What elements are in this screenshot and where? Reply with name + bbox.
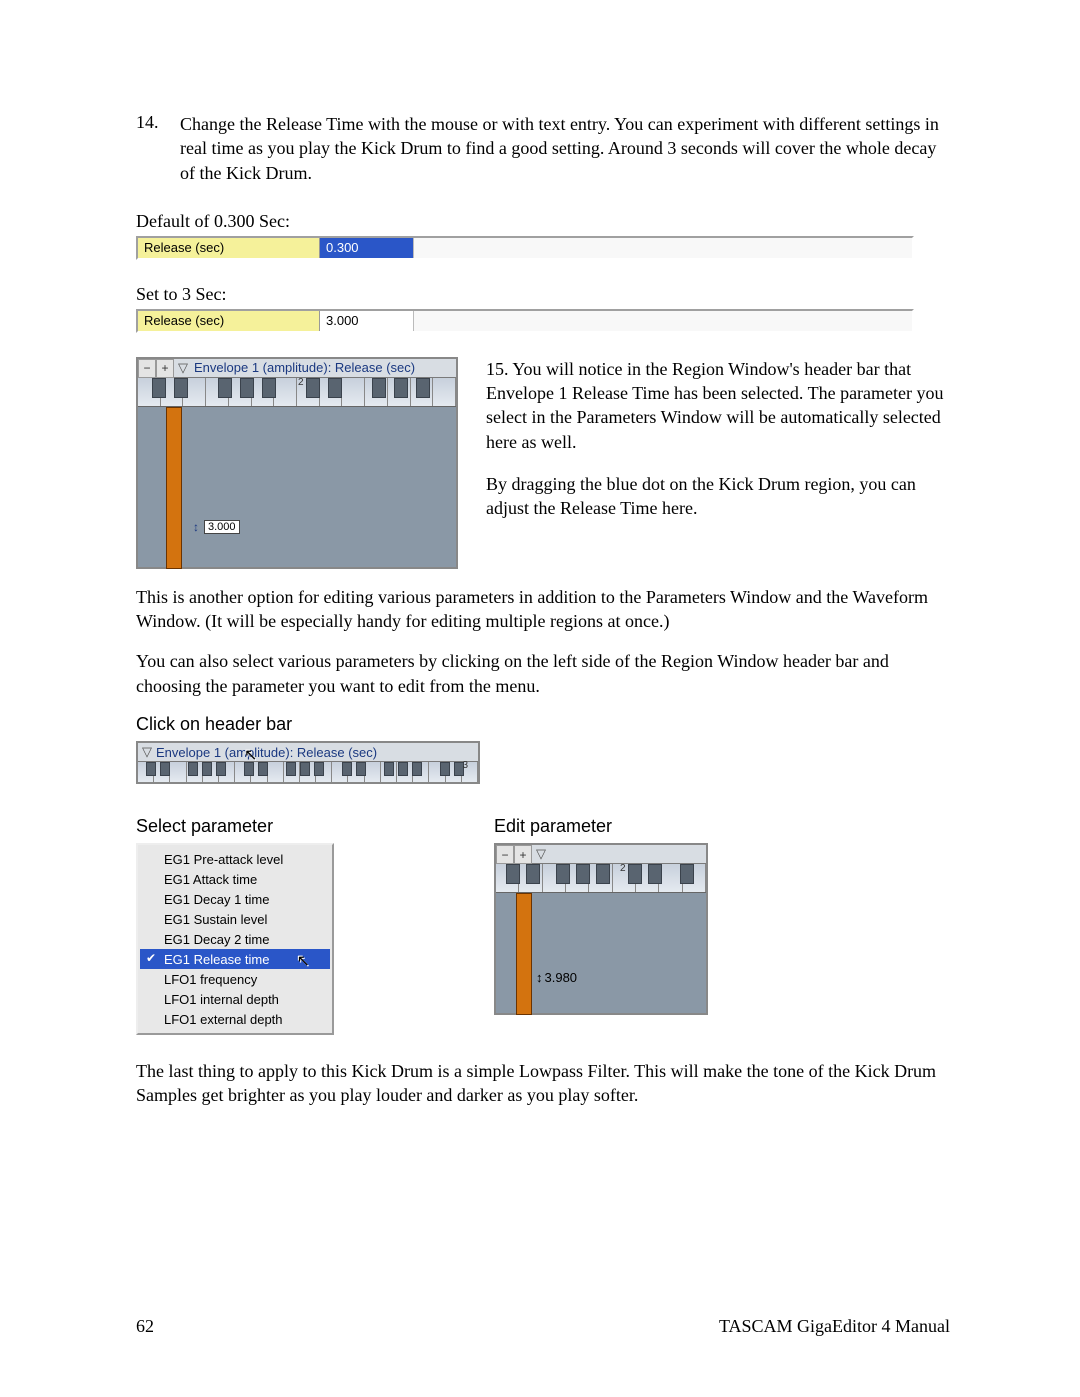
clickbar-figure: ▽ Envelope 1 (amplitude): Release (sec) … — [136, 741, 480, 784]
updown-arrow-icon[interactable]: ↕ — [536, 970, 543, 985]
menu-item[interactable]: EG1 Pre-attack level — [140, 849, 330, 869]
dropdown-icon[interactable]: ▽ — [174, 359, 192, 377]
param-name: Release (sec) — [138, 238, 320, 258]
keyboard-strip: 2 — [496, 864, 706, 893]
param-value-input[interactable]: 3.000 — [320, 311, 414, 331]
heading-edit-param: Edit parameter — [494, 816, 708, 837]
menu-item[interactable]: EG1 Attack time — [140, 869, 330, 889]
region-window: − + ▽ Envelope 1 (amplitude): Release (s… — [136, 357, 458, 569]
param-row-set: Release (sec) 3.000 — [136, 309, 914, 333]
menu-item-label: LFO1 frequency — [164, 972, 257, 987]
menu-item[interactable]: EG1 Decay 1 time — [140, 889, 330, 909]
menu-item-label: EG1 Attack time — [164, 872, 257, 887]
minus-button[interactable]: − — [496, 845, 514, 864]
heading-select-param: Select parameter — [136, 816, 334, 837]
menu-item-label: EG1 Decay 1 time — [164, 892, 270, 907]
keyboard-strip: 3 — [138, 762, 478, 782]
set-label: Set to 3 Sec: — [136, 284, 950, 305]
region-bar[interactable] — [516, 893, 532, 1015]
region-value: 3.000 — [204, 520, 240, 534]
param-name: Release (sec) — [138, 311, 320, 331]
step-14: 14. Change the Release Time with the mou… — [136, 112, 950, 185]
region-value-label: ↕ 3.980 — [536, 970, 577, 985]
region-window-small: − + ▽ 2 ↕ 3.980 — [494, 843, 708, 1015]
heading-click-header: Click on header bar — [136, 714, 950, 735]
octave-tick: 2 — [298, 377, 304, 388]
param-row-default: Release (sec) 0.300 — [136, 236, 914, 260]
region-bar[interactable] — [166, 407, 182, 569]
menu-item-label: EG1 Sustain level — [164, 912, 267, 927]
cursor-icon: ↖ — [297, 951, 310, 971]
octave-tick: 3 — [462, 760, 468, 771]
plus-button[interactable]: + — [156, 359, 174, 378]
param-row-filler — [414, 311, 912, 331]
manual-title: TASCAM GigaEditor 4 Manual — [719, 1316, 950, 1337]
step-text: Change the Release Time with the mouse o… — [180, 112, 950, 185]
param-row-filler — [414, 238, 912, 258]
menu-item[interactable]: LFO1 frequency — [140, 969, 330, 989]
body-para-4: The last thing to apply to this Kick Dru… — [136, 1059, 950, 1108]
clickbar-header[interactable]: ▽ Envelope 1 (amplitude): Release (sec) … — [138, 743, 478, 762]
check-icon: ✔ — [146, 951, 156, 965]
menu-item[interactable]: EG1 Sustain level — [140, 909, 330, 929]
clickbar-title: Envelope 1 (amplitude): Release (sec) ↖ — [156, 743, 478, 761]
default-label: Default of 0.300 Sec: — [136, 211, 950, 232]
menu-item-label: EG1 Release time — [164, 952, 270, 967]
menu-item-label: LFO1 external depth — [164, 1012, 283, 1027]
menu-item-label: LFO1 internal depth — [164, 992, 279, 1007]
step-number: 14. — [136, 112, 180, 185]
dropdown-icon[interactable]: ▽ — [532, 845, 550, 863]
region-header-title: Envelope 1 (amplitude): Release (sec) — [192, 359, 456, 377]
plus-button[interactable]: + — [514, 845, 532, 864]
param-value-input[interactable]: 0.300 — [320, 238, 414, 258]
menu-item[interactable]: EG1 Decay 2 time — [140, 929, 330, 949]
region-header[interactable]: − + ▽ — [496, 845, 706, 864]
updown-arrow-icon[interactable]: ↕ — [190, 519, 202, 535]
menu-item-label: EG1 Pre-attack level — [164, 852, 283, 867]
step-15-p1: 15. You will notice in the Region Window… — [486, 357, 950, 454]
body-para-2: This is another option for editing vario… — [136, 585, 950, 634]
minus-button[interactable]: − — [138, 359, 156, 378]
region-body[interactable]: ↕ 3.980 — [496, 893, 706, 1013]
dropdown-icon[interactable]: ▽ — [138, 743, 156, 761]
body-para-3: You can also select various parameters b… — [136, 649, 950, 698]
page-number: 62 — [136, 1316, 154, 1337]
menu-item[interactable]: LFO1 external depth — [140, 1009, 330, 1029]
keyboard-strip: 2 — [138, 378, 456, 407]
region-header[interactable]: − + ▽ Envelope 1 (amplitude): Release (s… — [138, 359, 456, 378]
region-value-label: ↕ 3.000 — [190, 519, 240, 535]
menu-item[interactable]: LFO1 internal depth — [140, 989, 330, 1009]
clickbar-title-text: Envelope 1 (amplitude): Release (sec) — [156, 745, 377, 760]
page-footer: 62 TASCAM GigaEditor 4 Manual — [136, 1316, 950, 1337]
octave-tick: 2 — [620, 863, 626, 874]
parameter-menu[interactable]: EG1 Pre-attack level EG1 Attack time EG1 D… — [136, 843, 334, 1035]
step-15-p2: By dragging the blue dot on the Kick Dru… — [486, 472, 950, 521]
region-value: 3.980 — [545, 970, 578, 985]
menu-item-label: EG1 Decay 2 time — [164, 932, 270, 947]
menu-item[interactable]: ✔ ↖ EG1 Release time — [140, 949, 330, 969]
region-body[interactable]: ↕ 3.000 — [138, 407, 456, 567]
